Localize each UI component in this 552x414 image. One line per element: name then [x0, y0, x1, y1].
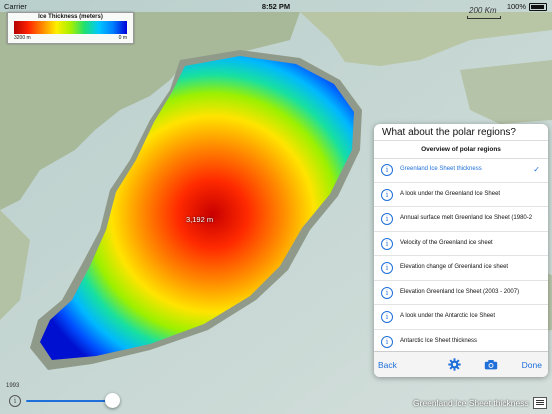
done-button[interactable]: Done	[522, 360, 542, 370]
section-header-label: Overview of polar regions	[421, 146, 501, 153]
info-icon[interactable]: i	[9, 395, 21, 407]
list-item-label: A look under the Antarctic Ice Sheet	[400, 313, 496, 319]
list-item[interactable]: i Elevation Greenland Ice Sheet (2003 - …	[374, 281, 548, 305]
panel-title: What about the polar regions?	[382, 127, 516, 138]
list-item[interactable]: i Elevation change of Greenland ice shee…	[374, 256, 548, 281]
info-icon[interactable]: i	[381, 262, 393, 274]
info-icon[interactable]: i	[381, 311, 393, 323]
legend-color-bar	[14, 21, 127, 34]
info-icon[interactable]: i	[381, 164, 393, 176]
layer-list: i Greenland Ice Sheet thickness ✓ i A lo…	[374, 158, 548, 354]
camera-icon[interactable]	[484, 359, 498, 370]
legend-title: Ice Thickness (meters)	[38, 14, 103, 20]
timeline-slider-track[interactable]	[26, 400, 112, 402]
list-item-label: Elevation change of Greenland ice sheet	[400, 264, 509, 270]
battery-percent: 100%	[506, 2, 526, 11]
list-item-label: Elevation Greenland Ice Sheet (2003 - 20…	[400, 288, 520, 295]
panel-section-header: Overview of polar regions	[374, 140, 548, 159]
back-button[interactable]: Back	[378, 360, 397, 370]
polar-regions-panel: What about the polar regions? Overview o…	[374, 124, 548, 377]
info-icon[interactable]: i	[381, 213, 393, 225]
legend-max-label: 0 m	[118, 35, 127, 41]
map-legend: Ice Thickness (meters) 3200 m 0 m	[7, 12, 134, 44]
list-item[interactable]: i Velocity of the Greenland ice sheet	[374, 232, 548, 256]
info-icon[interactable]: i	[381, 237, 393, 250]
checkmark-icon: ✓	[533, 165, 540, 174]
info-icon[interactable]: i	[381, 286, 393, 299]
active-layer-name: Greenland Ice Sheet thickness	[413, 398, 529, 408]
timeline-year-label: 1993	[6, 383, 20, 389]
list-item[interactable]: i Annual surface melt Greenland Ice Shee…	[374, 207, 548, 232]
info-icon[interactable]: i	[381, 335, 393, 348]
legend-min-label: 3200 m	[14, 35, 31, 41]
thickness-point-label: 3,192 m	[186, 215, 214, 224]
list-item-label: Greenland Ice Sheet thickness	[400, 166, 482, 172]
list-item-label: Annual surface melt Greenland Ice Sheet …	[400, 215, 532, 221]
list-item-label: A look under the Greenland Ice Sheet	[400, 190, 501, 197]
list-item[interactable]: i A look under the Antarctic Ice Sheet	[374, 305, 548, 330]
info-icon[interactable]: i	[381, 188, 393, 201]
scale-bar	[467, 16, 501, 19]
gear-icon[interactable]	[448, 358, 461, 371]
panel-toolbar: Back Done	[374, 351, 548, 377]
legend-list-icon[interactable]	[533, 397, 547, 409]
list-item[interactable]: i A look under the Greenland Ice Sheet	[374, 183, 548, 207]
list-item-label: Antarctic Ice Sheet thickness	[400, 337, 478, 344]
timeline-slider-knob[interactable]	[105, 393, 120, 408]
battery-icon	[529, 3, 547, 11]
list-item-label: Velocity of the Greenland ice sheet	[400, 239, 493, 246]
list-item[interactable]: i Greenland Ice Sheet thickness ✓	[374, 158, 548, 183]
scale-label: 200 Km	[469, 6, 497, 15]
